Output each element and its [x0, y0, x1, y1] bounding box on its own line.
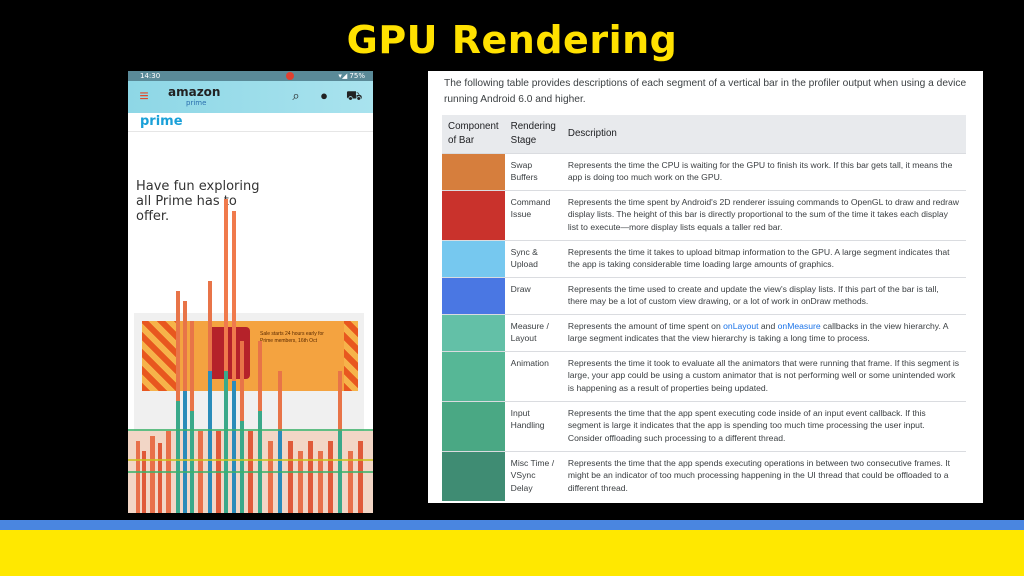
header-stage: Rendering Stage — [504, 115, 562, 154]
onlayout-link[interactable]: onLayout — [723, 321, 758, 331]
table-row: Swap Buffers Represents the time the CPU … — [442, 153, 966, 191]
color-swatch-cell — [442, 240, 505, 278]
footer-band-yellow — [0, 530, 1024, 576]
header-description: Description — [561, 115, 966, 154]
color-swatch-cell — [442, 153, 505, 191]
color-swatch-cell — [442, 314, 505, 352]
description-text: and — [758, 321, 778, 331]
table-header-row: Component of Bar Rendering Stage Descrip… — [442, 115, 966, 154]
table-row: Draw Represents the time used to create a… — [442, 277, 966, 315]
color-swatch-cell — [442, 190, 505, 241]
profile-bar-group — [136, 199, 363, 513]
description-cell: Represents the time the CPU is waiting f… — [561, 153, 966, 191]
threshold-line-2 — [128, 459, 373, 461]
color-swatch — [442, 352, 505, 401]
footer-band-blue — [0, 520, 1024, 530]
color-swatch-cell — [442, 401, 505, 452]
slide-title: GPU Rendering — [346, 18, 678, 62]
color-swatch-cell — [442, 277, 505, 315]
description-text: Represents the amount of time spent on — [567, 321, 724, 331]
color-swatch-cell — [442, 351, 505, 402]
intro-text: The following table provides description… — [444, 78, 967, 105]
onmeasure-link[interactable]: onMeasure — [778, 321, 821, 331]
color-swatch-cell — [442, 451, 505, 501]
description-cell: Represents the amount of time spent on o… — [561, 314, 966, 352]
color-swatch — [442, 402, 505, 451]
table-row: Measure / Layout Represents the amount of… — [442, 314, 966, 352]
stage-cell: Sync & Upload — [504, 240, 562, 278]
stage-cell: Draw — [504, 277, 562, 315]
stage-cell: Command Issue — [504, 190, 562, 241]
stage-cell: Animation — [504, 351, 562, 402]
color-swatch — [442, 452, 505, 501]
threshold-line-3 — [128, 471, 373, 473]
stage-cell: Measure / Layout — [504, 314, 562, 352]
description-cell: Represents the time used to create and u… — [561, 277, 966, 315]
description-cell: Represents the time it takes to upload b… — [561, 240, 966, 278]
documentation-panel: The following table provides description… — [428, 71, 983, 503]
description-cell: Represents the time spent by Android's 2… — [561, 190, 966, 241]
table-row: Sync & Upload Represents the time it take… — [442, 240, 966, 278]
segments-table: Component of Bar Rendering Stage Descrip… — [442, 115, 966, 501]
color-swatch — [442, 241, 505, 277]
color-swatch — [442, 154, 505, 190]
color-swatch — [442, 278, 505, 314]
color-swatch — [442, 315, 505, 351]
table-row: Input Handling Represents the time that t… — [442, 401, 966, 452]
header-component: Component of Bar — [442, 115, 505, 154]
stage-cell: Swap Buffers — [504, 153, 562, 191]
table-row: Animation Represents the time it took to … — [442, 351, 966, 402]
description-cell: Represents the time that the app spends … — [561, 451, 966, 501]
threshold-line — [128, 429, 373, 431]
description-cell: Represents the time it took to evaluate … — [561, 351, 966, 402]
table-row: Command Issue Represents the time spent b… — [442, 190, 966, 241]
gpu-profile-bars — [128, 199, 373, 513]
stage-cell: Input Handling — [504, 401, 562, 452]
table-row: Misc Time / VSync Delay Represents the ti… — [442, 451, 966, 501]
stage-cell: Misc Time / VSync Delay — [504, 451, 562, 501]
color-swatch — [442, 191, 505, 240]
description-cell: Represents the time that the app spent e… — [561, 401, 966, 452]
phone-screenshot: 14:30 ▾◢ 75% ≡ amazon prime ⌕ ● ⛟ prime H… — [128, 71, 373, 513]
